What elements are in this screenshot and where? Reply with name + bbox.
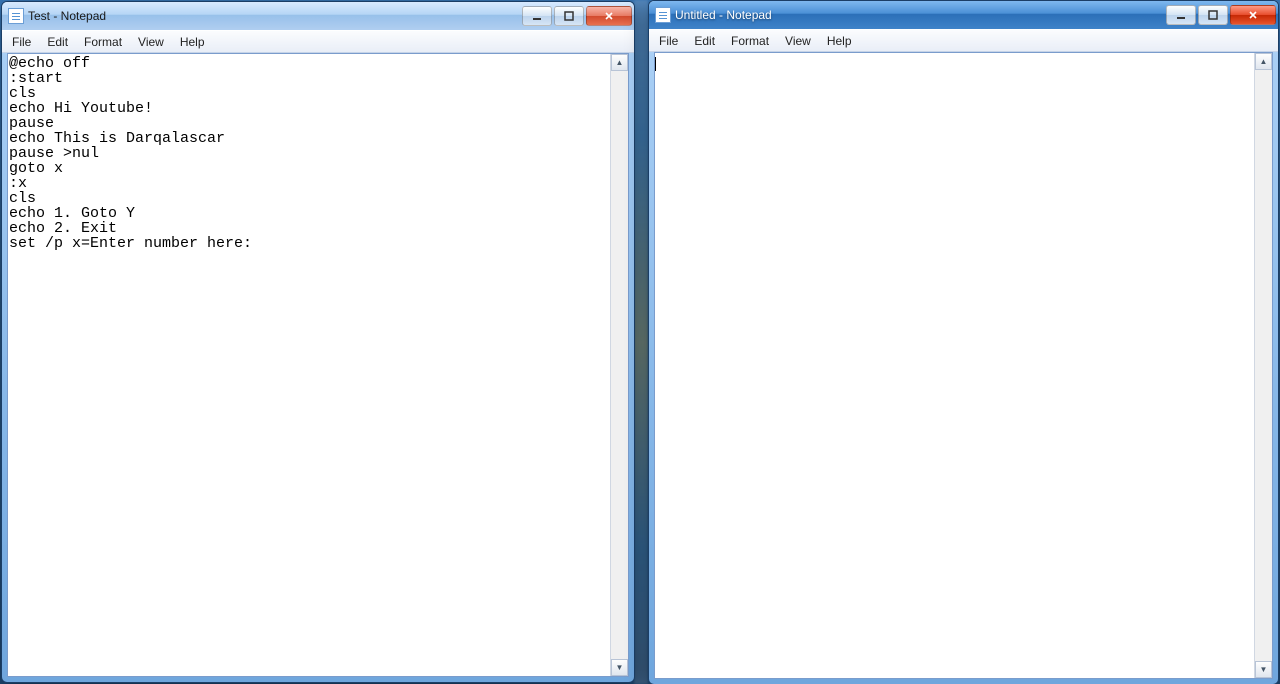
scroll-track[interactable] [1255, 70, 1272, 661]
notepad-icon [655, 7, 671, 23]
maximize-button[interactable] [554, 6, 584, 26]
menubar: File Edit Format View Help [649, 29, 1278, 52]
minimize-button[interactable] [1166, 5, 1196, 25]
menu-file[interactable]: File [651, 32, 686, 50]
menu-view[interactable]: View [777, 32, 819, 50]
notepad-window-right: Untitled - Notepad File Edit Format View… [648, 0, 1279, 684]
desktop: Test - Notepad File Edit Format View Hel… [0, 0, 1280, 684]
text-editor[interactable] [655, 53, 1254, 678]
scroll-down-button[interactable]: ▼ [1255, 661, 1272, 678]
menu-edit[interactable]: Edit [686, 32, 723, 50]
titlebar[interactable]: Test - Notepad [2, 2, 634, 30]
scroll-up-button[interactable]: ▲ [611, 54, 628, 71]
desktop-divider [634, 0, 648, 684]
menu-format[interactable]: Format [723, 32, 777, 50]
maximize-icon [564, 11, 574, 21]
text-cursor [655, 57, 656, 71]
scroll-down-button[interactable]: ▼ [611, 659, 628, 676]
minimize-icon [532, 11, 542, 21]
menu-view[interactable]: View [130, 33, 172, 51]
text-editor[interactable]: @echo off :start cls echo Hi Youtube! pa… [8, 54, 610, 676]
maximize-icon [1208, 10, 1218, 20]
vertical-scrollbar[interactable]: ▲ ▼ [1254, 53, 1272, 678]
menu-format[interactable]: Format [76, 33, 130, 51]
notepad-icon [8, 8, 24, 24]
maximize-button[interactable] [1198, 5, 1228, 25]
minimize-icon [1176, 10, 1186, 20]
minimize-button[interactable] [522, 6, 552, 26]
scroll-up-button[interactable]: ▲ [1255, 53, 1272, 70]
menu-help[interactable]: Help [819, 32, 860, 50]
window-title: Test - Notepad [28, 9, 106, 23]
menu-file[interactable]: File [4, 33, 39, 51]
close-icon [1248, 10, 1258, 20]
window-title: Untitled - Notepad [675, 8, 772, 22]
vertical-scrollbar[interactable]: ▲ ▼ [610, 54, 628, 676]
titlebar[interactable]: Untitled - Notepad [649, 1, 1278, 29]
notepad-window-left: Test - Notepad File Edit Format View Hel… [1, 1, 635, 683]
scroll-track[interactable] [611, 71, 628, 659]
client-area: ▲ ▼ [654, 52, 1273, 679]
close-icon [604, 11, 614, 21]
close-button[interactable] [586, 6, 632, 26]
menu-edit[interactable]: Edit [39, 33, 76, 51]
menubar: File Edit Format View Help [2, 30, 634, 53]
close-button[interactable] [1230, 5, 1276, 25]
menu-help[interactable]: Help [172, 33, 213, 51]
client-area: @echo off :start cls echo Hi Youtube! pa… [7, 53, 629, 677]
